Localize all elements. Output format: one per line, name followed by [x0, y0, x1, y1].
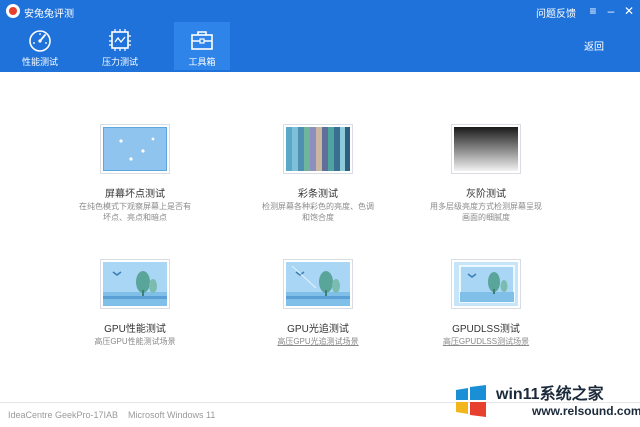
menu-icon[interactable]: ≡ [586, 3, 600, 19]
grayscale-icon [451, 124, 521, 174]
tool-gpu-raytracing-test[interactable]: GPU光追测试 高压GPU光追测试场景 [243, 259, 403, 369]
tool-desc-line: 高压GPU光追测试场景 [277, 337, 359, 346]
tool-desc-line: 在纯色模式下观察屏幕上是否有 [79, 202, 191, 211]
device-name: IdeaCentre GeekPro-17IAB [8, 410, 119, 420]
tool-gpu-performance-test[interactable]: GPU性能测试 高压GPU性能测试场景 [60, 259, 220, 369]
tool-dead-pixel-test[interactable]: 屏幕坏点测试 在纯色模式下观察屏幕上是否有 坏点、亮点和暗点 [60, 124, 220, 234]
tab-stress-label: 压力测试 [101, 57, 138, 67]
screen-icon [100, 124, 170, 174]
speedometer-icon [29, 30, 51, 52]
dlss-scene-icon [451, 259, 521, 309]
tab-stress-test[interactable]: 压力测试 [92, 22, 148, 70]
tool-grayscale-test[interactable]: 灰阶测试 用多层级亮度方式检测屏幕呈现 画面的细腻度 [411, 124, 571, 234]
tool-desc-line: 画面的细腻度 [462, 213, 510, 222]
tool-gpudlss-test[interactable]: GPUDLSS测试 高压GPUDLSS测试场景 [411, 259, 571, 369]
tool-title: 屏幕坏点测试 [105, 189, 165, 200]
chip-icon [109, 29, 131, 51]
tab-performance-test[interactable]: 性能测试 [12, 22, 68, 70]
tool-desc-line: 高压GPU性能测试场景 [94, 337, 176, 346]
tool-desc-line: 坏点、亮点和暗点 [103, 213, 167, 222]
color-bars-icon [283, 124, 353, 174]
tool-desc-line: 用多层级亮度方式检测屏幕呈现 [430, 202, 542, 211]
os-name: Microsoft Windows 11 [128, 410, 216, 420]
tool-color-bar-test[interactable]: 彩条测试 检测屏幕各种彩色的亮度、色调 和饱合度 [243, 124, 403, 234]
minimize-icon[interactable]: – [604, 3, 618, 19]
tool-desc-line: 高压GPUDLSS测试场景 [442, 337, 530, 346]
windows-logo-icon [456, 385, 486, 417]
tool-title: 灰阶测试 [466, 189, 506, 200]
watermark-title: win11系统之家 [496, 386, 604, 403]
tab-toolbox[interactable]: 工具箱 [174, 22, 230, 70]
close-icon[interactable]: ✕ [622, 3, 636, 19]
watermark-url: www.relsound.com [532, 404, 640, 418]
tool-title: 彩条测试 [298, 189, 338, 200]
tool-title: GPUDLSS测试 [452, 324, 520, 335]
app-title: 安兔兔评测 [24, 9, 74, 20]
tab-performance-label: 性能测试 [21, 57, 58, 67]
raytracing-scene-icon [283, 259, 353, 309]
tool-title: GPU性能测试 [104, 324, 166, 335]
header: 安兔兔评测 问题反馈 ≡ – ✕ 性能测试 压力测试 工具箱 返回 [0, 0, 640, 72]
toolbox-icon [191, 31, 213, 50]
tool-desc-line: 检测屏幕各种彩色的亮度、色调 [262, 202, 374, 211]
app-logo-icon [6, 4, 20, 18]
tool-desc-line: 和饱合度 [302, 213, 334, 222]
feedback-link[interactable]: 问题反馈 [536, 5, 576, 20]
tool-title: GPU光追测试 [287, 324, 349, 335]
tab-toolbox-label: 工具箱 [188, 57, 216, 67]
back-button[interactable]: 返回 [584, 38, 604, 53]
watermark: win11系统之家 www.relsound.com [452, 378, 640, 424]
gpu-scene-icon [100, 259, 170, 309]
title-bar: 安兔兔评测 问题反馈 ≡ – ✕ [0, 0, 640, 22]
